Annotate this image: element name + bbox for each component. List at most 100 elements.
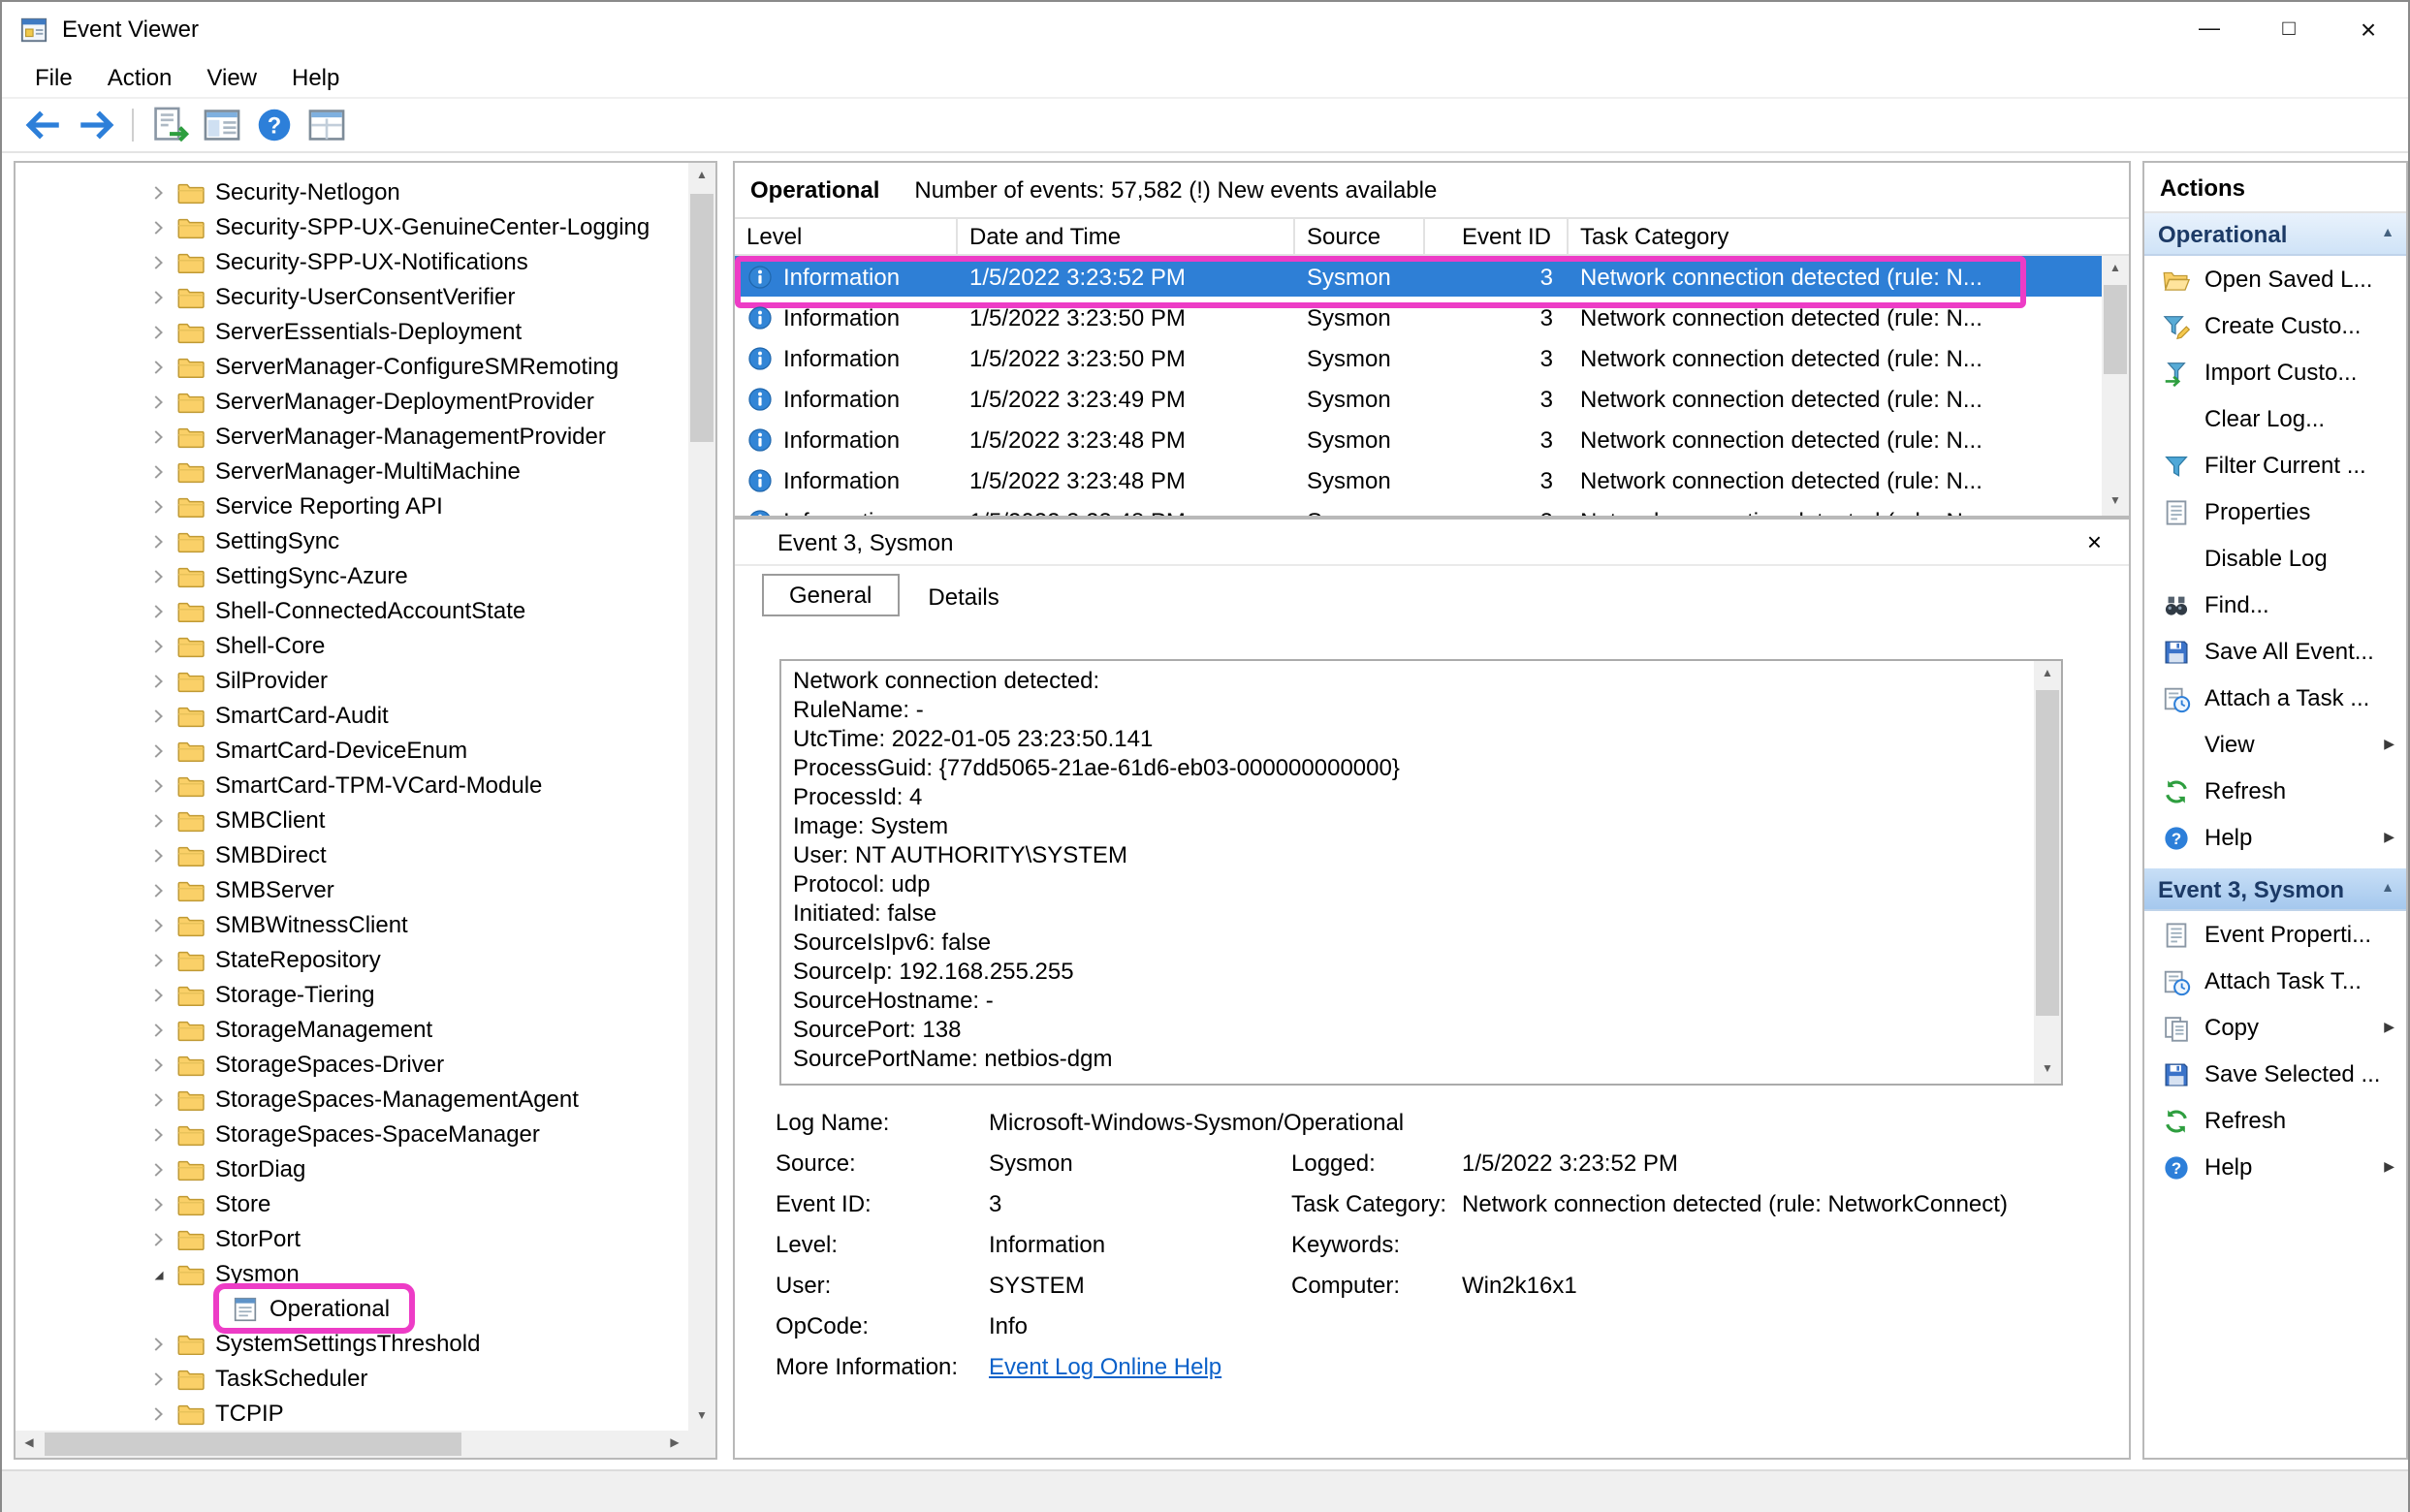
tree-expander-icon[interactable] <box>147 181 169 203</box>
tree-item[interactable]: ServerManager-ManagementProvider <box>16 419 688 454</box>
tree-expander-icon[interactable] <box>147 809 169 831</box>
description-vertical-scrollbar[interactable]: ▲ ▼ <box>2034 661 2061 1084</box>
tree-item[interactable]: Service Reporting API <box>16 488 688 523</box>
tree-item[interactable]: SMBServer <box>16 872 688 907</box>
tab-details[interactable]: Details <box>903 578 1024 616</box>
tree-item[interactable]: SettingSync-Azure <box>16 558 688 593</box>
event-row[interactable]: Information 1/5/2022 3:23:50 PM Sysmon 3… <box>735 297 2102 337</box>
tree-item[interactable]: StorDiag <box>16 1151 688 1186</box>
tree-expander-icon[interactable] <box>147 914 169 935</box>
tree-item[interactable]: SystemSettingsThreshold <box>16 1326 688 1361</box>
tree-item[interactable]: SmartCard-DeviceEnum <box>16 733 688 768</box>
tree-expander-icon[interactable] <box>147 1193 169 1214</box>
tree-vscroll-thumb[interactable] <box>690 194 713 442</box>
tree-expander-icon[interactable] <box>147 216 169 237</box>
action-group-header[interactable]: Operational ▲ <box>2144 213 2406 256</box>
tree-horizontal-scrollbar[interactable]: ◀ ▶ <box>16 1431 688 1458</box>
tree-expander-icon[interactable] <box>147 1263 169 1284</box>
scroll-right-icon[interactable]: ▶ <box>661 1431 688 1458</box>
tree-expander-icon[interactable] <box>147 530 169 551</box>
tree-item[interactable]: Security-SPP-UX-Notifications <box>16 244 688 279</box>
tree-item[interactable]: SettingSync <box>16 523 688 558</box>
tree-expander-icon[interactable] <box>147 670 169 691</box>
tree-expander-icon[interactable] <box>147 1158 169 1180</box>
tab-general[interactable]: General <box>762 574 899 616</box>
action-item[interactable]: Find... ▶ <box>2144 582 2406 628</box>
action-item[interactable]: Clear Log... ▶ <box>2144 395 2406 442</box>
field-value[interactable]: Event Log Online Help <box>989 1353 1291 1380</box>
tree-expander-icon[interactable] <box>147 1123 169 1145</box>
tree-expander-icon[interactable] <box>147 251 169 272</box>
menu-item[interactable]: File <box>17 56 90 97</box>
collapse-icon[interactable]: ▲ <box>2381 227 2394 240</box>
event-row[interactable]: Information 1/5/2022 3:23:48 PM Sysmon 3… <box>735 419 2102 459</box>
console-tree-button[interactable] <box>202 105 242 145</box>
tree-expander-icon[interactable] <box>147 600 169 621</box>
tree-item[interactable]: SMBWitnessClient <box>16 907 688 942</box>
tree-expander-icon[interactable] <box>147 321 169 342</box>
tree-item[interactable]: ServerManager-ConfigureSMRemoting <box>16 349 688 384</box>
tree-item[interactable]: Security-UserConsentVerifier <box>16 279 688 314</box>
action-item[interactable]: Attach Task T... ▶ <box>2144 958 2406 1004</box>
menu-item[interactable]: Help <box>274 56 357 97</box>
tree-item[interactable]: Shell-ConnectedAccountState <box>16 593 688 628</box>
back-button[interactable] <box>23 105 64 145</box>
action-item[interactable]: Create Custo... ▶ <box>2144 302 2406 349</box>
tree-expander-icon[interactable] <box>147 391 169 412</box>
action-item[interactable]: Properties ▶ <box>2144 488 2406 535</box>
scroll-down-icon[interactable]: ▼ <box>2102 488 2129 516</box>
tree-item[interactable]: StorageSpaces-SpaceManager <box>16 1117 688 1151</box>
action-group-header[interactable]: Event 3, Sysmon ▲ <box>2144 868 2406 911</box>
scroll-up-icon[interactable]: ▲ <box>688 163 715 190</box>
description-vscroll-thumb[interactable] <box>2036 690 2059 1016</box>
event-row[interactable]: Information 1/5/2022 3:23:49 PM Sysmon 3… <box>735 378 2102 419</box>
tree-expander-icon[interactable] <box>147 740 169 761</box>
action-item[interactable]: Import Custo... ▶ <box>2144 349 2406 395</box>
action-item[interactable]: Help ▶ <box>2144 814 2406 861</box>
action-item[interactable]: Disable Log ▶ <box>2144 535 2406 582</box>
tree-item[interactable]: ServerManager-DeploymentProvider <box>16 384 688 419</box>
tree-item[interactable]: ServerManager-MultiMachine <box>16 454 688 488</box>
tree-item[interactable]: StorageSpaces-ManagementAgent <box>16 1082 688 1117</box>
action-item[interactable]: Event Properti... ▶ <box>2144 911 2406 958</box>
action-item[interactable]: Copy ▶ <box>2144 1004 2406 1051</box>
action-item[interactable]: Filter Current ... ▶ <box>2144 442 2406 488</box>
tree-expander-icon[interactable] <box>202 1298 223 1319</box>
tree-expander-icon[interactable] <box>147 1333 169 1354</box>
forward-button[interactable] <box>76 105 116 145</box>
tree-item[interactable]: Security-Netlogon <box>16 174 688 209</box>
tree-item[interactable]: Sysmon <box>16 1256 688 1291</box>
tree-item[interactable]: TCPIP <box>16 1396 688 1431</box>
tree-item[interactable]: StateRepository <box>16 942 688 977</box>
tree-expander-icon[interactable] <box>147 635 169 656</box>
maximize-button[interactable]: □ <box>2249 2 2329 56</box>
menu-item[interactable]: Action <box>90 56 190 97</box>
column-level[interactable]: Level <box>735 219 958 254</box>
action-item[interactable]: Save Selected ... ▶ <box>2144 1051 2406 1097</box>
column-date-and-time[interactable]: Date and Time <box>958 219 1295 254</box>
scroll-down-icon[interactable]: ▼ <box>2034 1056 2061 1084</box>
tree-expander-icon[interactable] <box>147 1054 169 1075</box>
scroll-up-icon[interactable]: ▲ <box>2102 256 2129 283</box>
event-row[interactable]: Information 1/5/2022 3:23:48 PM Sysmon 3… <box>735 500 2102 516</box>
close-button[interactable]: × <box>2329 2 2408 56</box>
tree-expander-icon[interactable] <box>147 949 169 970</box>
tree-expander-icon[interactable] <box>147 774 169 796</box>
tree-expander-icon[interactable] <box>147 565 169 586</box>
events-vscroll-thumb[interactable] <box>2104 285 2127 374</box>
minimize-button[interactable]: — <box>2170 2 2249 56</box>
tree-expander-icon[interactable] <box>147 286 169 307</box>
tree-item[interactable]: Security-SPP-UX-GenuineCenter-Logging <box>16 209 688 244</box>
tree-expander-icon[interactable] <box>147 1402 169 1424</box>
action-item[interactable]: Save All Event... ▶ <box>2144 628 2406 675</box>
tree-item[interactable]: SMBClient <box>16 803 688 837</box>
tree-expander-icon[interactable] <box>147 356 169 377</box>
events-vertical-scrollbar[interactable]: ▲ ▼ <box>2102 256 2129 516</box>
tree-expander-icon[interactable] <box>147 984 169 1005</box>
tree-item[interactable]: ServerEssentials-Deployment <box>16 314 688 349</box>
tree-item[interactable]: SMBDirect <box>16 837 688 872</box>
tree-vertical-scrollbar[interactable]: ▲ ▼ <box>688 163 715 1431</box>
tree-item[interactable]: SmartCard-Audit <box>16 698 688 733</box>
tree-expander-icon[interactable] <box>147 1088 169 1110</box>
tree-item[interactable]: Shell-Core <box>16 628 688 663</box>
